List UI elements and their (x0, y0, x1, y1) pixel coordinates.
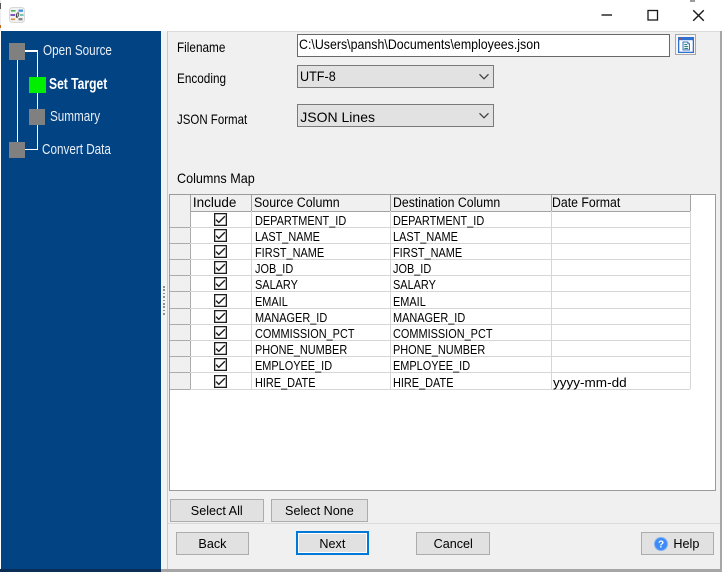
svg-text:?: ? (658, 539, 664, 550)
